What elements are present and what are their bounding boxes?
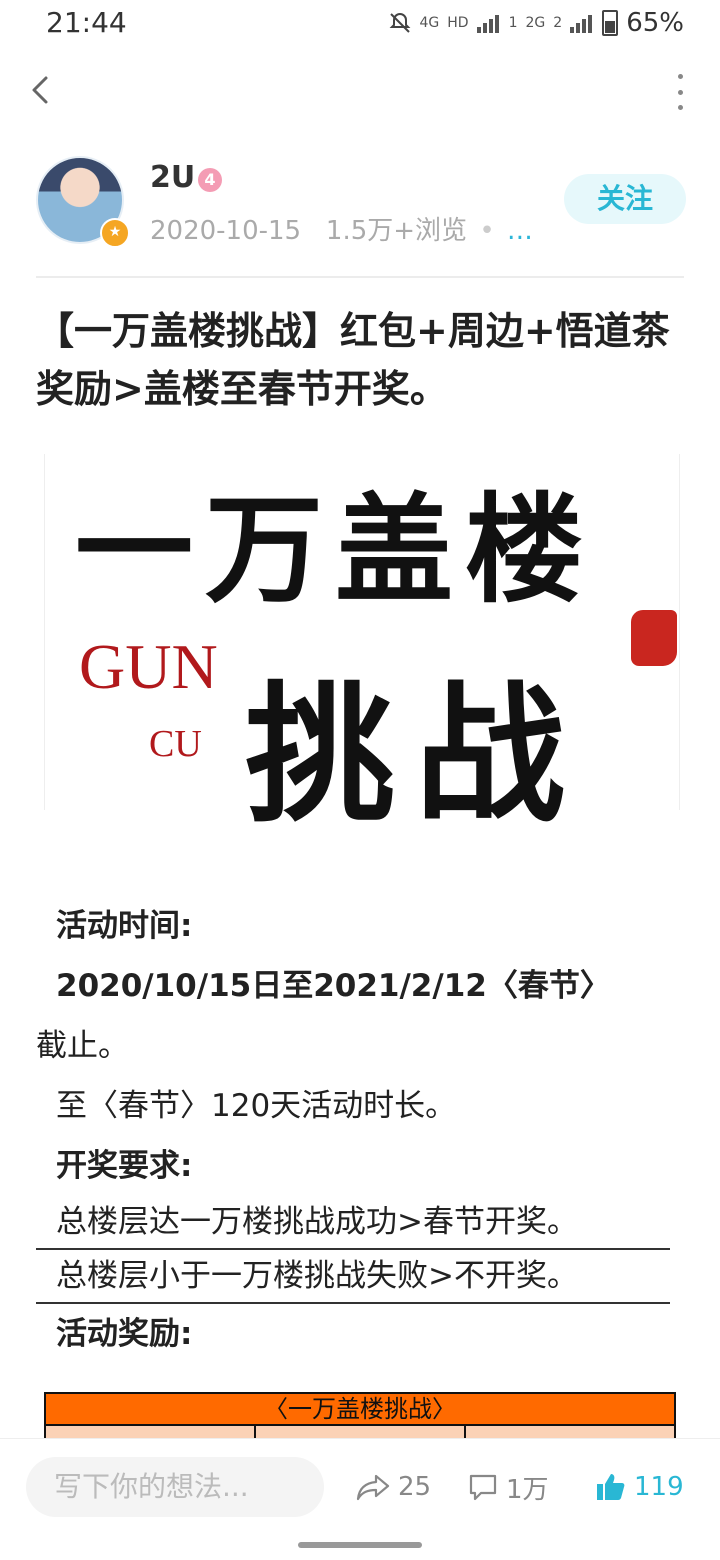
requirement-success: 总楼层达一万楼挑战成功>春节开奖。 [36, 1196, 670, 1250]
signal-icon [476, 13, 501, 33]
author-name[interactable]: 2U [150, 160, 195, 195]
banner-logo-text: GUN [79, 631, 218, 702]
battery-icon [602, 10, 619, 36]
share-icon [356, 1474, 390, 1501]
activity-time-label: 活动时间: [56, 908, 193, 944]
signal-icon [570, 13, 594, 33]
requirement-fail: 总楼层小于一万楼挑战失败>不开奖。 [36, 1250, 670, 1304]
post-title: 【一万盖楼挑战】红包+周边+悟道茶奖励>盖楼至春节开奖。 [36, 309, 670, 411]
back-icon[interactable] [22, 70, 62, 110]
post-content: 活动时间: 2020/10/15日至2021/2/12〈春节〉 截止。 至〈春节… [36, 896, 686, 1364]
activity-time-value: 2020/10/15日至2021/2/12〈春节〉 [56, 968, 611, 1004]
battery-percent: 65% [626, 8, 684, 38]
more-icon[interactable] [670, 74, 690, 110]
status-time: 21:44 [46, 6, 127, 39]
share-button[interactable]: 25 [356, 1467, 431, 1507]
network-2g-label: 2G [525, 15, 546, 31]
network-4g-label: 4G [419, 15, 440, 31]
verified-icon: ★ [100, 218, 130, 248]
banner-title: 一万盖楼 [75, 480, 596, 619]
status-bar: 21:44 4G HD 1 2G 2 65% [0, 0, 720, 48]
like-icon [597, 1474, 625, 1500]
requirement-label: 开奖要求: [56, 1148, 193, 1184]
banner-logo-text: CU [149, 723, 202, 765]
banner-image[interactable]: 一万盖楼 GUN CU 挑战 [44, 454, 680, 843]
comment-button[interactable]: 1万 [468, 1467, 549, 1507]
reward-label: 活动奖励: [56, 1316, 193, 1352]
top-nav [0, 60, 720, 124]
meta-separator: • [479, 216, 495, 246]
like-button[interactable]: 119 [594, 1467, 684, 1507]
bottom-bar: 写下你的想法... 25 1万 119 [0, 1438, 720, 1535]
comment-icon [469, 1474, 497, 1501]
share-count: 25 [398, 1472, 432, 1502]
post-date: 2020-10-15 [150, 216, 302, 246]
seal-stamp-icon [631, 610, 677, 666]
status-icons: 4G HD 1 2G 2 65% [388, 8, 684, 38]
level-badge: 4 [198, 168, 222, 192]
comment-input[interactable]: 写下你的想法... [26, 1457, 324, 1517]
sim2-label: 2 [553, 15, 563, 31]
mute-icon [389, 12, 410, 33]
view-count: 1.5万+浏览 [325, 216, 468, 246]
comment-count: 1万 [506, 1474, 549, 1505]
activity-duration: 至〈春节〉120天活动时长。 [56, 1088, 457, 1124]
meta-more[interactable]: … [507, 216, 533, 246]
banner-subtitle: 挑战 [245, 667, 586, 843]
follow-button[interactable]: 关注 [564, 174, 686, 224]
author-header: ★ 2U 4 2020-10-15 1.5万+浏览 • … 关注 [36, 152, 686, 248]
reward-table-header: 〈一万盖楼挑战〉 [44, 1392, 676, 1426]
sim1-label: 1 [508, 15, 518, 31]
post-meta: 2020-10-15 1.5万+浏览 • … [150, 210, 533, 247]
like-count: 119 [634, 1472, 684, 1502]
home-indicator[interactable] [298, 1542, 422, 1548]
activity-time-end: 截止。 [36, 1028, 129, 1064]
divider [36, 276, 684, 278]
hd-label: HD [447, 15, 469, 31]
reward-table: 〈一万盖楼挑战〉 [44, 1392, 676, 1442]
